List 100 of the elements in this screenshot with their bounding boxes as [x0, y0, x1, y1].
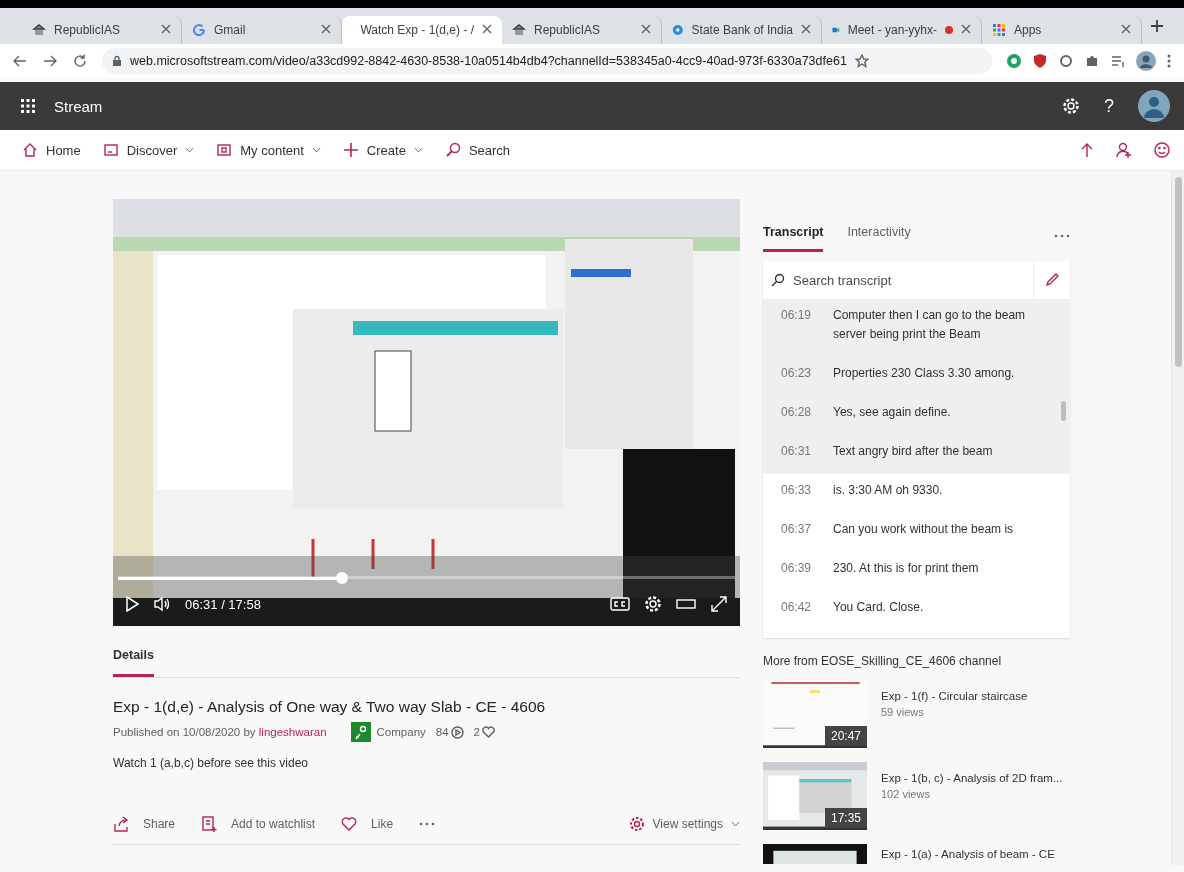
- close-icon[interactable]: [482, 24, 492, 34]
- avatar-icon[interactable]: [1138, 90, 1170, 122]
- heart-icon: [341, 816, 358, 832]
- new-tab-icon[interactable]: [1150, 19, 1164, 33]
- g-letter-icon: [192, 23, 206, 37]
- more-icon[interactable]: [1054, 234, 1070, 238]
- privacy-label: Company: [376, 726, 426, 738]
- timestamp: 06:39: [781, 560, 813, 577]
- action-button[interactable]: Share: [113, 816, 176, 832]
- play-icon[interactable]: [125, 596, 139, 612]
- address-bar[interactable]: web.microsoftstream.com/video/a33cd992-8842-4630-8538-10a0514b4db4?channelId=538345a0-4cc9-40ad-973f-6330a73dfe61: [102, 48, 992, 74]
- playlist-icon[interactable]: [1110, 53, 1126, 69]
- transcript-text: You Card. Close.: [833, 599, 925, 616]
- transcript-line[interactable]: 06:39 230. At this is for print them: [763, 552, 1070, 591]
- timestamp: 06:42: [781, 599, 813, 616]
- share-icon: [113, 816, 129, 832]
- puzzle-icon[interactable]: [1084, 53, 1100, 69]
- nav-item[interactable]: Discover: [102, 142, 195, 158]
- menu-icon[interactable]: [1166, 53, 1172, 69]
- smiley-icon[interactable]: [1154, 142, 1170, 158]
- app-launcher-icon[interactable]: [20, 98, 36, 114]
- person-add-icon[interactable]: [1116, 142, 1132, 158]
- more-icon[interactable]: [419, 822, 436, 826]
- search-field[interactable]: Search transcript: [763, 261, 1034, 299]
- back-icon[interactable]: [12, 53, 28, 69]
- like-count: 2: [473, 726, 480, 738]
- published-info: Published on 10/08/2020 by lingeshwaran: [113, 726, 327, 738]
- avatar-icon[interactable]: [1136, 51, 1156, 71]
- transcript-text: is. 3:30 AM oh 9330.: [833, 482, 944, 499]
- close-icon[interactable]: [321, 24, 331, 34]
- timestamp: 06:28: [781, 404, 813, 421]
- upload-icon[interactable]: [1080, 142, 1094, 158]
- close-icon[interactable]: [1121, 24, 1131, 34]
- action-button[interactable]: Like: [341, 816, 394, 832]
- video-description: Watch 1 (a,b,c) before see this video: [113, 756, 309, 770]
- nav-item[interactable]: Search: [444, 142, 511, 158]
- circle-icon: [672, 23, 684, 37]
- nav-item[interactable]: Create: [342, 142, 423, 158]
- shield-icon[interactable]: [1032, 53, 1048, 69]
- discover-icon: [102, 142, 119, 158]
- transcript-text: Properties 230 Class 3.30 among.: [833, 365, 1016, 382]
- close-icon[interactable]: [801, 24, 811, 34]
- view-count: 102 views: [881, 788, 931, 800]
- plus-icon: [342, 142, 359, 158]
- nav-item[interactable]: Home: [22, 142, 81, 158]
- scrollbar-thumb[interactable]: [1061, 401, 1066, 421]
- transcript-text: Yes, see again define.: [833, 404, 952, 421]
- transcript-text: Text angry bird after the beam: [833, 443, 994, 460]
- transcript-text: 230. At this is for print them: [833, 560, 980, 577]
- edit-icon[interactable]: [1044, 272, 1060, 288]
- fullscreen-icon[interactable]: [710, 595, 728, 613]
- transcript-line[interactable]: 06:33 is. 3:30 AM oh 9330.: [763, 474, 1070, 513]
- views-icon: [450, 725, 464, 739]
- video-link[interactable]: Exp - 1(a) - Analysis of beam - CE: [881, 848, 1055, 860]
- captions-icon[interactable]: [610, 596, 630, 612]
- video-title: Exp - 1(d,e) - Analysis of One way & Two way Slab - CE - 4606: [113, 698, 547, 716]
- video-link[interactable]: Exp - 1(f) - Circular staircase: [881, 690, 1028, 702]
- help-button[interactable]: ?: [1104, 95, 1114, 117]
- timestamp: 06:19: [781, 307, 813, 324]
- settings-icon: [628, 816, 645, 832]
- details-tab[interactable]: Details: [113, 648, 154, 677]
- theater-mode-icon[interactable]: [676, 597, 696, 611]
- video-link[interactable]: Exp - 1(b, c) - Analysis of 2D fram...: [881, 772, 1063, 784]
- nav-item[interactable]: My content: [216, 142, 321, 158]
- scrollbar-thumb[interactable]: [1175, 177, 1182, 367]
- timestamp: 06:33: [781, 482, 813, 499]
- heart-icon: [482, 726, 495, 738]
- view-settings-button[interactable]: View settings: [628, 816, 740, 832]
- content-icon: [216, 142, 233, 158]
- view-count: 59 views: [881, 706, 925, 718]
- section-heading: More from EOSE_Skilling_CE_4606 channel: [763, 654, 1003, 668]
- extension-icon[interactable]: [1058, 53, 1074, 69]
- action-button[interactable]: Add to watchlist: [201, 816, 316, 832]
- volume-icon[interactable]: [153, 596, 171, 612]
- author-link[interactable]: lingeshwaran: [258, 726, 327, 738]
- close-icon[interactable]: [161, 24, 171, 34]
- close-icon[interactable]: [961, 24, 971, 34]
- panel-tab[interactable]: Interactivity: [847, 219, 911, 252]
- search-field[interactable]: Search transcript: [791, 271, 1025, 289]
- app-name[interactable]: Stream: [54, 97, 1044, 115]
- building-icon: [32, 23, 46, 37]
- settings-icon[interactable]: [644, 595, 662, 613]
- star-icon[interactable]: [854, 54, 869, 68]
- close-icon[interactable]: [641, 24, 651, 34]
- forward-icon[interactable]: [42, 53, 58, 69]
- timestamp: 06:37: [781, 521, 813, 538]
- search-icon: [771, 273, 785, 287]
- search-icon: [444, 142, 461, 158]
- transcript-line[interactable]: 06:42 You Card. Close.: [763, 591, 1070, 630]
- home-icon: [22, 142, 38, 158]
- browser-tab[interactable]: Watch Exp - 1(d,e) - /: [342, 16, 502, 44]
- settings-icon[interactable]: [1062, 97, 1080, 115]
- extension-icon[interactable]: [1006, 53, 1022, 69]
- lock-icon: [112, 55, 122, 67]
- watchlist-icon: [201, 816, 218, 832]
- reload-icon[interactable]: [72, 53, 88, 69]
- timestamp: 06:23: [781, 365, 813, 382]
- panel-tab[interactable]: Transcript: [763, 219, 824, 252]
- grid-icon: [992, 23, 1006, 37]
- transcript-line[interactable]: 06:37 Can you work without the beam is: [763, 513, 1070, 552]
